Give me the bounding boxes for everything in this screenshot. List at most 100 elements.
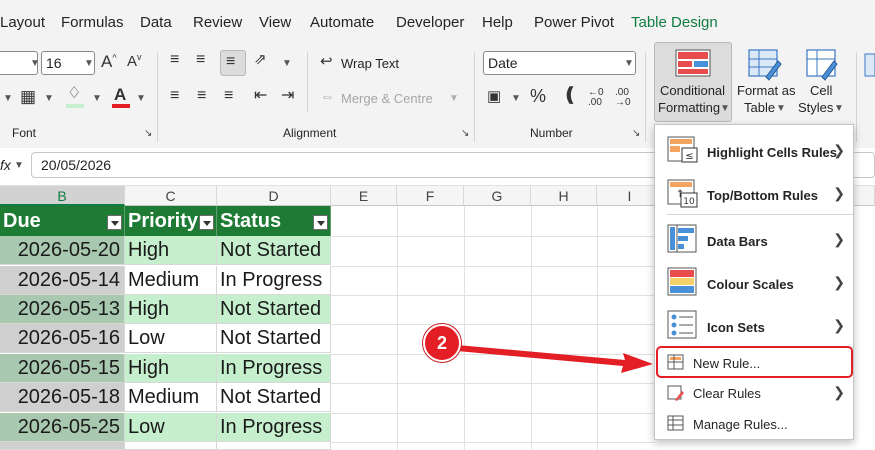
cell-styles-label[interactable]: Cell	[810, 83, 832, 98]
column-header-f[interactable]: F	[397, 186, 464, 206]
increase-font-icon[interactable]: A^	[101, 53, 117, 70]
dialog-launcher-icon[interactable]: ↘	[461, 128, 469, 139]
column-header-g[interactable]: G	[464, 186, 531, 206]
align-bottom-icon: ≡	[226, 53, 236, 70]
comma-style-icon[interactable]: ❪	[562, 86, 578, 105]
column-header-e[interactable]: E	[331, 186, 397, 206]
chevron-down-icon[interactable]: ▼	[776, 103, 786, 114]
cell-status[interactable]: Not Started	[217, 295, 331, 324]
fill-color-icon[interactable]: ♢	[67, 86, 81, 102]
align-top-icon[interactable]: ≡	[170, 52, 179, 68]
cell-due[interactable]: 2026-05-16	[0, 324, 125, 353]
cell-priority[interactable]: High	[125, 236, 217, 265]
menu-item-icon-sets[interactable]: Icon Sets ❯	[655, 304, 853, 346]
chevron-down-icon[interactable]: ▼	[624, 58, 634, 69]
tab-table-design[interactable]: Table Design	[631, 14, 718, 31]
column-header-b[interactable]: B	[0, 186, 125, 206]
format-as-table-icon[interactable]	[748, 49, 782, 81]
table-header-due[interactable]: Due	[0, 206, 125, 236]
filter-dropdown-icon[interactable]	[107, 215, 122, 230]
format-as-table-label-2[interactable]: Table	[744, 100, 775, 115]
align-right-icon[interactable]: ≡	[224, 88, 233, 104]
chevron-down-icon[interactable]: ▼	[44, 93, 54, 104]
chevron-down-icon: ▼	[720, 103, 730, 114]
highlight-cells-icon: ≤	[667, 136, 698, 163]
cell-status[interactable]: Not Started	[217, 236, 331, 265]
tab-developer[interactable]: Developer	[396, 14, 464, 31]
tab-data[interactable]: Data	[140, 14, 172, 31]
dialog-launcher-icon[interactable]: ↘	[632, 128, 640, 139]
fx-icon[interactable]: fx	[0, 157, 11, 173]
menu-item-clear-rules[interactable]: Clear Rules ❯	[655, 380, 853, 406]
cell-status[interactable]: In Progress	[217, 266, 331, 295]
cell-priority[interactable]: Low	[125, 413, 217, 442]
chevron-down-icon[interactable]: ▼	[136, 93, 146, 104]
font-color-icon[interactable]: A	[114, 86, 126, 103]
cell-due[interactable]: 2026-05-20	[0, 236, 125, 265]
tab-help[interactable]: Help	[482, 14, 513, 31]
menu-item-manage-rules[interactable]: Manage Rules...	[655, 411, 853, 437]
chevron-down-icon[interactable]: ▼	[834, 103, 844, 114]
menu-item-highlight-cells-rules[interactable]: ≤ Highlight Cells Rules ❯	[655, 129, 853, 171]
align-middle-icon[interactable]: ≡	[196, 52, 205, 68]
align-center-icon[interactable]: ≡	[197, 88, 206, 104]
align-left-icon[interactable]: ≡	[170, 88, 179, 104]
menu-item-top-bottom-rules[interactable]: ↑ 10 Top/Bottom Rules ❯	[655, 173, 853, 215]
menu-item-data-bars[interactable]: Data Bars ❯	[655, 218, 853, 260]
orientation-icon[interactable]: ⇗	[254, 52, 267, 67]
percent-style-icon[interactable]: %	[530, 87, 546, 105]
cell-priority[interactable]: High	[125, 295, 217, 324]
cell-due[interactable]: 2026-05-25	[0, 413, 125, 442]
chevron-down-icon[interactable]: ▼	[14, 160, 24, 171]
column-header-h[interactable]: H	[531, 186, 597, 206]
tab-formulas[interactable]: Formulas	[61, 14, 124, 31]
column-header-d[interactable]: D	[217, 186, 331, 206]
cell-priority[interactable]: Medium	[125, 266, 217, 295]
wrap-text-icon[interactable]: ↩	[320, 54, 333, 69]
cell-status[interactable]: Not Started	[217, 324, 331, 353]
chevron-down-icon[interactable]: ▼	[84, 58, 94, 69]
cell-styles-icon[interactable]	[806, 49, 840, 81]
table-header-priority[interactable]: Priority	[125, 206, 217, 236]
increase-decimal-icon[interactable]: ←0.00	[588, 88, 604, 108]
conditional-formatting-label-2: Formatting	[658, 100, 721, 115]
table-header-status[interactable]: Status	[217, 206, 331, 236]
borders-icon[interactable]: ▦	[20, 88, 36, 105]
cell-styles-label-2[interactable]: Styles	[798, 100, 833, 115]
chevron-down-icon[interactable]: ▼	[282, 58, 292, 69]
wrap-text-label[interactable]: Wrap Text	[341, 56, 399, 71]
increase-indent-icon[interactable]: ⇥	[281, 88, 294, 104]
font-group-label: Font	[12, 126, 37, 140]
chevron-down-icon[interactable]: ▼	[3, 93, 13, 104]
insert-cells-icon[interactable]	[864, 52, 875, 80]
tab-review[interactable]: Review	[193, 14, 242, 31]
format-as-table-label[interactable]: Format as	[737, 83, 796, 98]
tab-view[interactable]: View	[259, 14, 291, 31]
cell-priority[interactable]: Low	[125, 324, 217, 353]
decrease-decimal-icon[interactable]: .00 →0	[615, 88, 631, 108]
dialog-launcher-icon[interactable]: ↘	[144, 128, 152, 139]
cell-priority[interactable]: High	[125, 354, 217, 383]
decrease-font-icon[interactable]: Av	[127, 53, 142, 70]
cell-due[interactable]: 2026-05-18	[0, 383, 125, 412]
number-format-field[interactable]: Date	[483, 51, 636, 75]
column-header-c[interactable]: C	[125, 186, 217, 206]
cell-due[interactable]: 2026-05-14	[0, 266, 125, 295]
cell-status[interactable]: Not Started	[217, 383, 331, 412]
cell-status[interactable]: In Progress	[217, 413, 331, 442]
menu-item-colour-scales[interactable]: Colour Scales ❯	[655, 261, 853, 303]
filter-dropdown-icon[interactable]	[199, 215, 214, 230]
cell-due[interactable]: 2026-05-13	[0, 295, 125, 324]
chevron-down-icon[interactable]: ▼	[92, 93, 102, 104]
tab-page-layout[interactable]: Layout	[0, 14, 45, 31]
accounting-format-icon[interactable]: ▣	[487, 89, 501, 104]
cell-status[interactable]: In Progress	[217, 354, 331, 383]
tab-power-pivot[interactable]: Power Pivot	[534, 14, 614, 31]
filter-dropdown-icon[interactable]	[313, 215, 328, 230]
chevron-down-icon[interactable]: ▼	[30, 58, 40, 69]
decrease-indent-icon[interactable]: ⇤	[254, 88, 267, 104]
cell-due[interactable]: 2026-05-15	[0, 354, 125, 383]
cell-priority[interactable]: Medium	[125, 383, 217, 412]
chevron-down-icon[interactable]: ▼	[511, 93, 521, 104]
tab-automate[interactable]: Automate	[310, 14, 374, 31]
